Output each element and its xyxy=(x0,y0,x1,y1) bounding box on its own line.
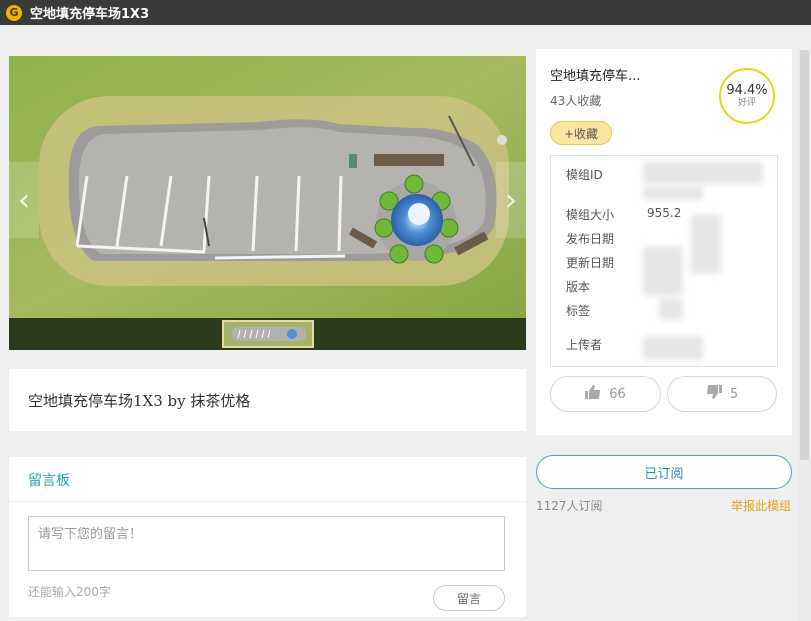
window-title: 空地填充停车场1X3 xyxy=(30,7,150,22)
meta-label-tags: 标签 xyxy=(566,304,591,318)
chevron-left-icon: ‹ xyxy=(18,182,30,218)
thumbnail-strip xyxy=(9,318,526,350)
model-name-card: 空地填充停车场1X3 by 抹茶优格 xyxy=(9,369,526,431)
blurred-value xyxy=(643,186,703,200)
subscriber-count: 1127人订阅 xyxy=(536,499,603,513)
blurred-value xyxy=(691,214,721,274)
post-comment-button[interactable]: 留言 xyxy=(433,585,505,611)
meta-label-id: 模组ID xyxy=(566,168,603,182)
blurred-value xyxy=(643,162,763,184)
preview-carousel: ‹ › xyxy=(9,56,526,350)
rating-percent: 94.4% xyxy=(726,83,768,98)
model-title: 空地填充停车... xyxy=(550,69,641,84)
prev-image-button[interactable]: ‹ xyxy=(9,162,39,238)
blurred-value xyxy=(659,298,683,320)
report-mod-link[interactable]: 举报此模组 xyxy=(731,497,791,514)
scrollbar[interactable] xyxy=(798,50,811,621)
dislike-button[interactable]: 5 xyxy=(667,376,777,412)
rating-badge: 94.4% 好评 xyxy=(719,68,775,124)
meta-label-updated: 更新日期 xyxy=(566,256,615,270)
rating-label: 好评 xyxy=(737,98,756,108)
model-name-line: 空地填充停车场1X3 by 抹茶优格 xyxy=(28,391,251,410)
like-count: 66 xyxy=(609,386,626,402)
preview-image xyxy=(9,56,526,318)
board-title: 留言板 xyxy=(28,473,70,489)
thumbnail-selected[interactable] xyxy=(222,320,314,348)
add-favorite-button[interactable]: +收藏 xyxy=(550,121,612,145)
chevron-right-icon: › xyxy=(505,182,517,218)
meta-label-size: 模组大小 xyxy=(566,208,615,222)
divider xyxy=(9,501,526,502)
thumbs-up-icon xyxy=(585,385,601,403)
comment-input[interactable]: 请写下您的留言！ xyxy=(28,516,505,571)
remaining-chars: 还能输入200字 xyxy=(28,585,111,599)
dislike-count: 5 xyxy=(729,386,739,402)
title-bar: G 空地填充停车场1X3 xyxy=(0,0,811,25)
message-board: 留言板 请写下您的留言！ 还能输入200字 留言 xyxy=(9,457,526,617)
meta-label-uploader: 上传者 xyxy=(566,338,603,352)
model-info-card: 空地填充停车... 43人收藏 94.4% 好评 +收藏 模组ID 模组大小 9… xyxy=(536,49,792,435)
thumbs-down-icon xyxy=(706,385,722,403)
subscribed-button[interactable]: 已订阅 xyxy=(536,455,792,489)
scrollbar-thumb[interactable] xyxy=(800,50,809,460)
next-image-button[interactable]: › xyxy=(496,162,526,238)
favorite-count: 43人收藏 xyxy=(550,94,602,108)
app-logo-icon: G xyxy=(6,4,22,21)
meta-label-version: 版本 xyxy=(566,280,591,294)
like-button[interactable]: 66 xyxy=(550,376,661,412)
blurred-value xyxy=(643,336,703,360)
blurred-value xyxy=(643,246,683,296)
model-meta-table: 模组ID 模组大小 955.2 发布日期 更新日期 版本 标签 上传者 xyxy=(550,155,778,367)
meta-label-published: 发布日期 xyxy=(566,232,615,246)
content-area: ‹ › 空地填充停车场1X3 by 抹茶优格 留言板 请写下您的留言！ 还能输入… xyxy=(0,25,811,621)
meta-value-size: 955.2 xyxy=(647,206,682,220)
